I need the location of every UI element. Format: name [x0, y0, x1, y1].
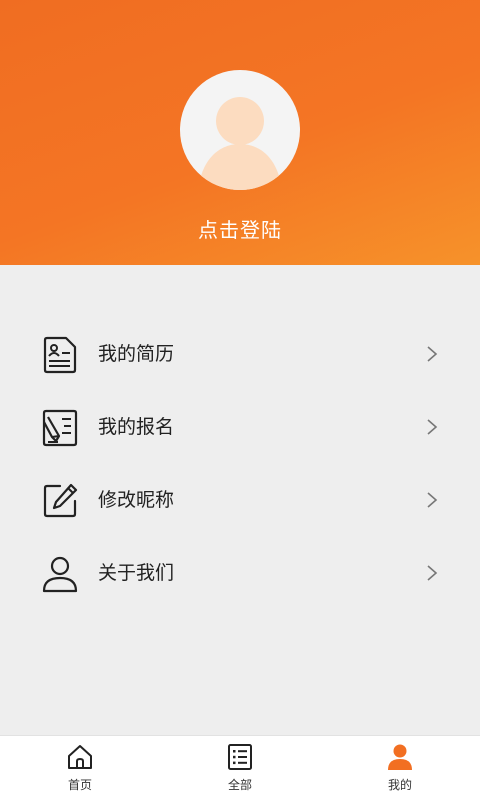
menu-item-edit-nickname[interactable]: 修改昵称 — [0, 464, 480, 537]
bottom-tab-bar: 首页 全部 我的 — [0, 735, 480, 800]
default-user-avatar-icon — [198, 97, 282, 190]
tab-label: 首页 — [67, 778, 92, 792]
menu-item-label: 关于我们 — [98, 562, 175, 584]
signup-form-icon — [42, 409, 78, 447]
tab-mine[interactable]: 我的 — [320, 736, 480, 800]
tab-home[interactable]: 首页 — [0, 736, 160, 800]
menu-section: 我的简历 我的报名 修改昵称 关于我们 — [0, 265, 480, 735]
list-icon — [228, 744, 252, 770]
avatar[interactable] — [180, 70, 300, 190]
menu-item-about-us[interactable]: 关于我们 — [0, 537, 480, 610]
chevron-right-icon — [427, 419, 438, 435]
menu-list: 我的简历 我的报名 修改昵称 关于我们 — [0, 318, 480, 610]
profile-header: 点击登陆 — [0, 0, 480, 265]
resume-icon — [43, 336, 77, 374]
chevron-right-icon — [427, 346, 438, 362]
user-icon — [388, 744, 412, 770]
edit-icon — [43, 483, 78, 518]
tab-label: 全部 — [227, 778, 252, 792]
chevron-right-icon — [427, 492, 438, 508]
menu-item-label: 修改昵称 — [98, 489, 175, 511]
person-icon — [42, 556, 78, 593]
chevron-right-icon — [427, 565, 438, 581]
login-link[interactable]: 点击登陆 — [0, 214, 480, 243]
menu-item-label: 我的报名 — [98, 416, 175, 438]
home-icon — [68, 745, 92, 769]
menu-item-signup[interactable]: 我的报名 — [0, 391, 480, 464]
tab-label: 我的 — [387, 778, 412, 792]
menu-item-label: 我的简历 — [98, 343, 175, 365]
tab-all[interactable]: 全部 — [160, 736, 320, 800]
menu-item-resume[interactable]: 我的简历 — [0, 318, 480, 391]
